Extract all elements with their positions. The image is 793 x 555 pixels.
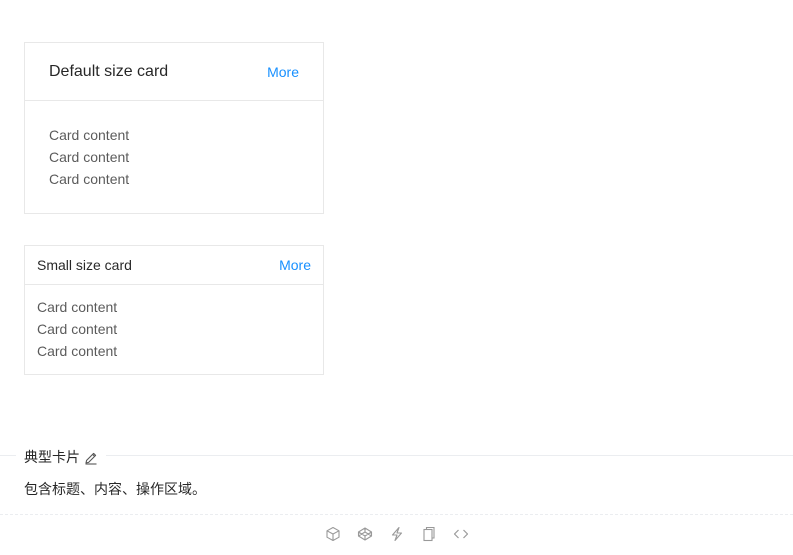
- card-content-line: Card content: [49, 171, 130, 187]
- card-title: Default size card: [49, 62, 169, 80]
- card-content-line: Card content: [49, 127, 130, 143]
- more-link[interactable]: More: [267, 64, 299, 80]
- card-content-line: Card content: [37, 343, 118, 359]
- demo-description: 包含标题、内容、操作区域。: [24, 481, 206, 497]
- card-header: Default size card More: [25, 43, 323, 101]
- more-link[interactable]: More: [279, 257, 311, 273]
- demo-title-text: 典型卡片: [24, 449, 80, 465]
- card-content-line: Card content: [37, 299, 118, 315]
- card-body: Card content Card content Card content: [25, 285, 323, 362]
- codepen-icon[interactable]: [357, 526, 373, 542]
- codesandbox-icon[interactable]: [325, 526, 341, 542]
- copy-icon[interactable]: [421, 526, 437, 542]
- card-content-line: Card content: [37, 321, 118, 337]
- default-size-card: Default size card More Card content Card…: [24, 42, 324, 214]
- code-box-actions: [0, 526, 793, 542]
- actions-divider: [0, 514, 793, 515]
- card-header: Small size card More: [25, 246, 323, 285]
- demo-title: 典型卡片: [16, 447, 106, 467]
- card-title: Small size card: [37, 257, 132, 273]
- edit-icon[interactable]: [84, 450, 98, 465]
- code-expand-icon[interactable]: [453, 526, 469, 542]
- riddle-icon[interactable]: [389, 526, 405, 542]
- card-content-line: Card content: [49, 149, 130, 165]
- section-divider: [0, 455, 793, 456]
- small-size-card: Small size card More Card content Card c…: [24, 245, 324, 375]
- page: Default size card More Card content Card…: [0, 0, 793, 555]
- card-body: Card content Card content Card content: [25, 101, 323, 190]
